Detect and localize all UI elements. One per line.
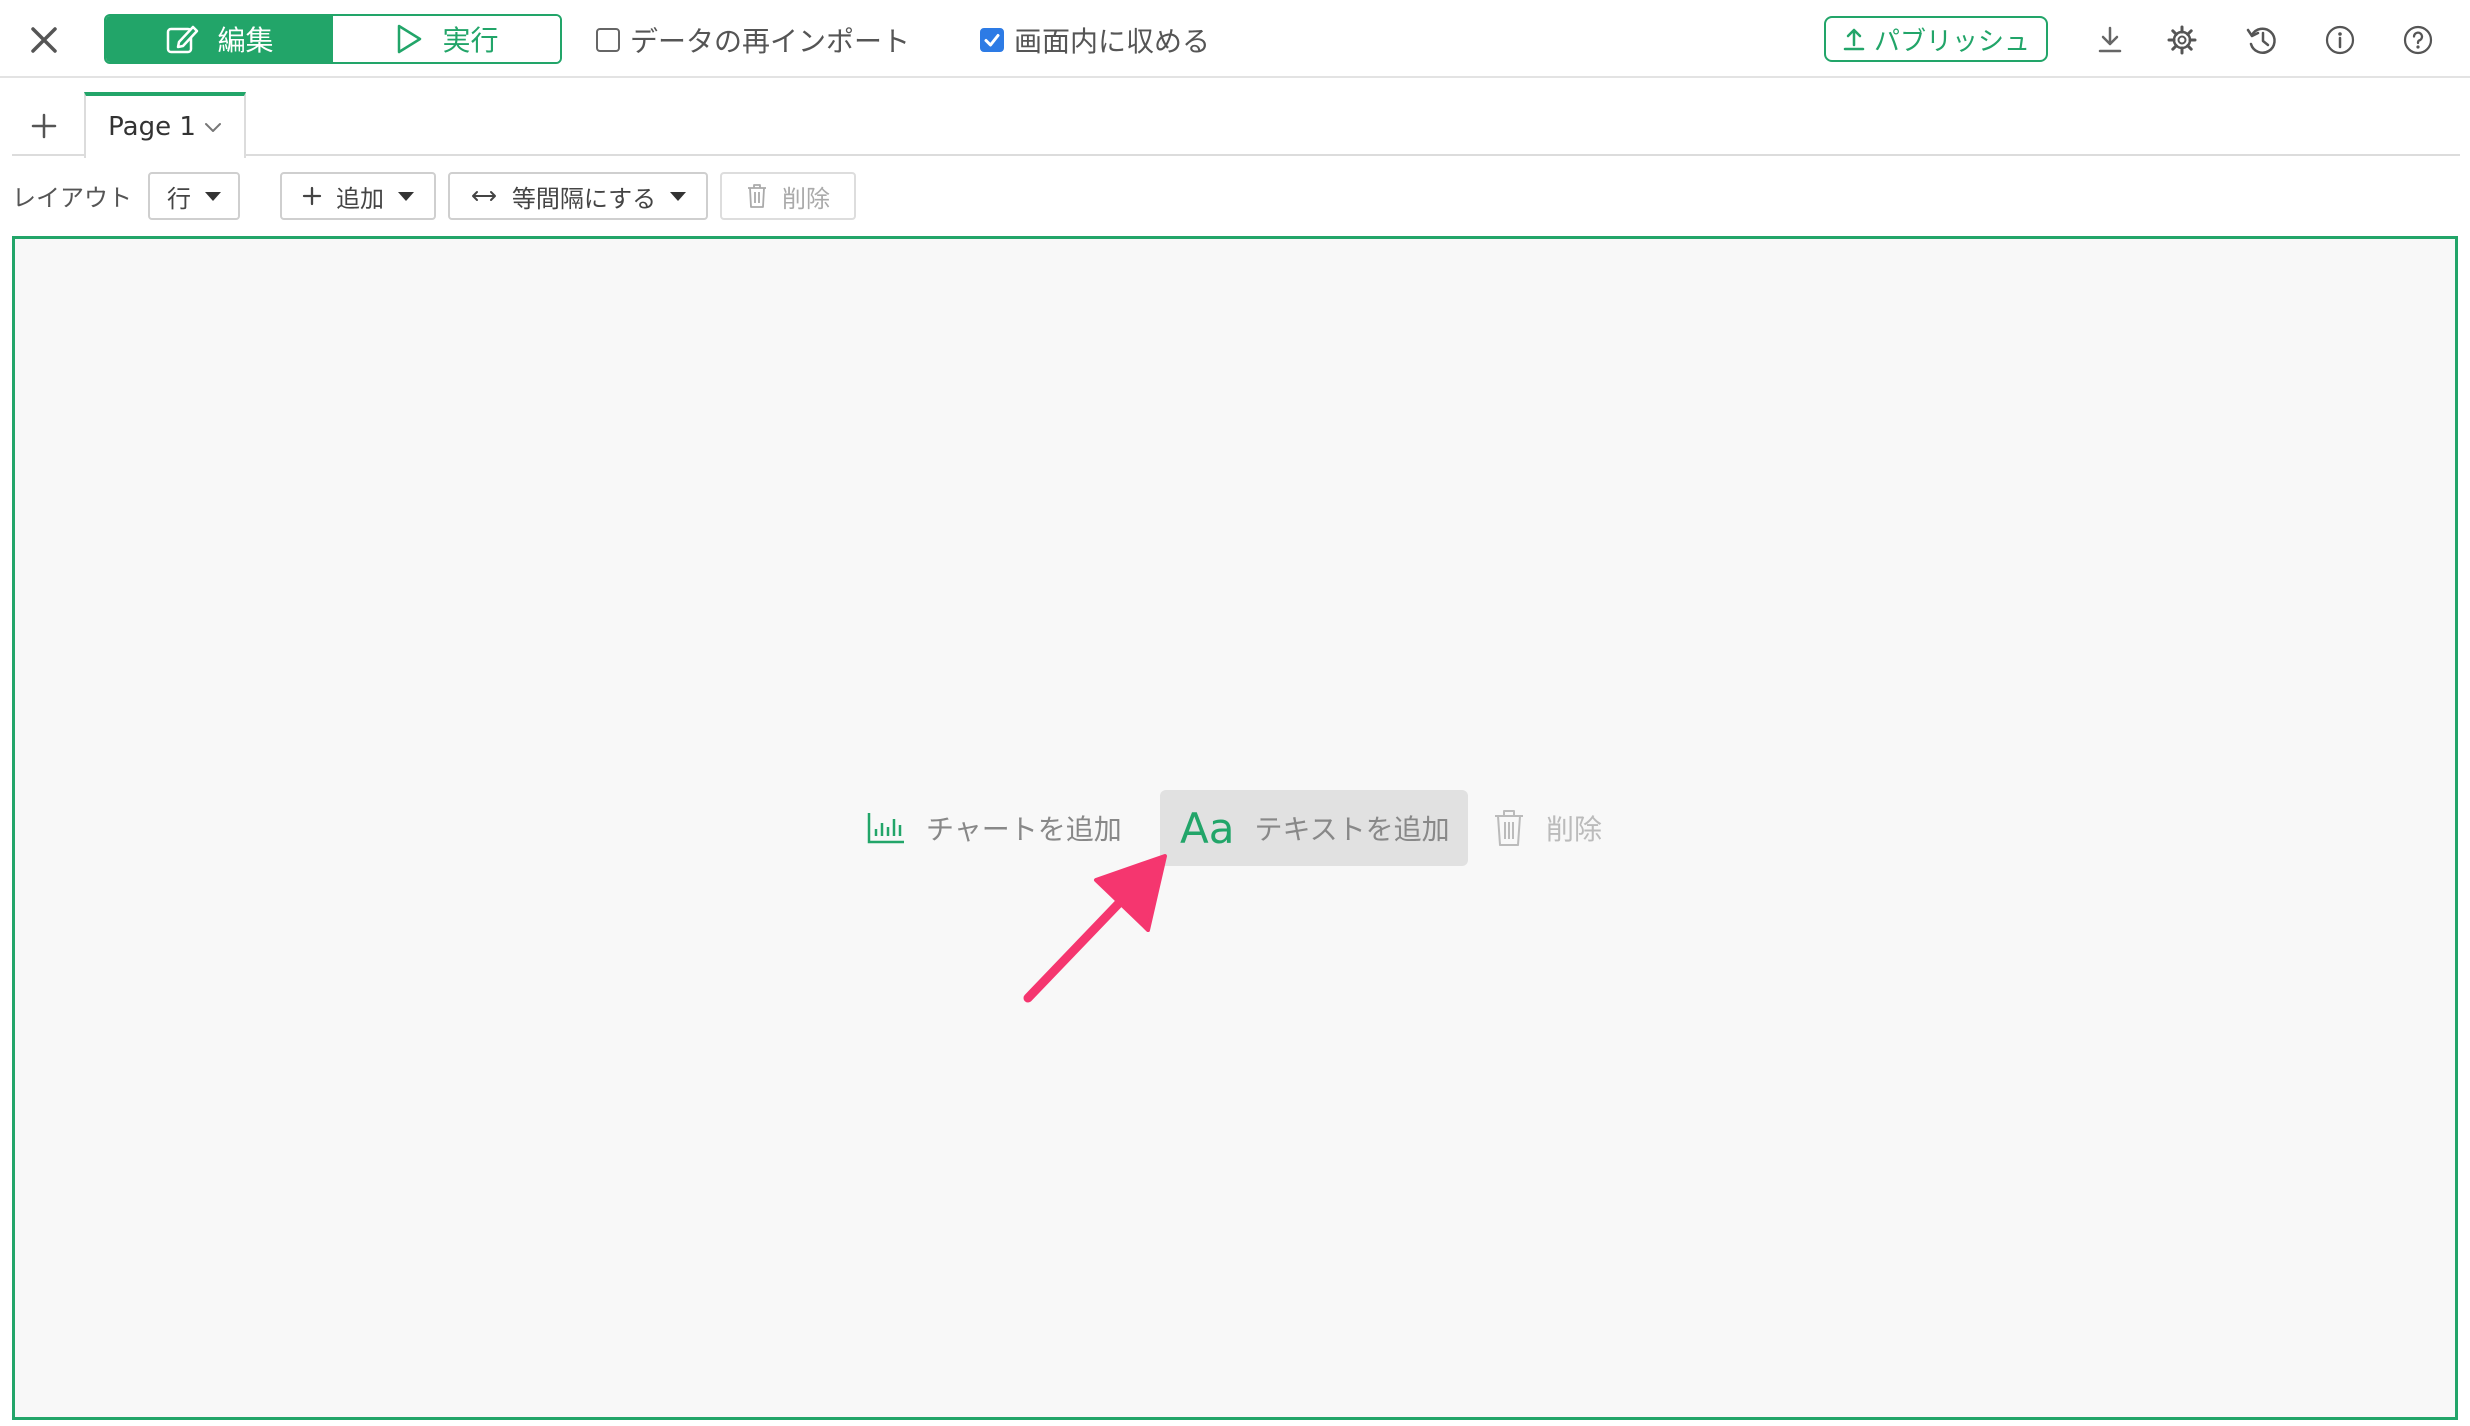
layout-select[interactable]: 行 <box>148 172 240 220</box>
page-tab-bar <box>12 92 2460 156</box>
add-text-button[interactable]: Aa テキストを追加 <box>1160 790 1468 866</box>
equal-spacing-label: 等間隔にする <box>511 184 657 213</box>
info-icon <box>2325 25 2355 55</box>
layout-delete-label: 削除 <box>782 184 830 213</box>
add-dropdown-label: 追加 <box>336 184 384 213</box>
history-icon <box>2246 27 2276 54</box>
canvas-delete-button[interactable]: 削除 <box>1492 790 1602 866</box>
fit-checkbox-box[interactable] <box>980 28 1004 52</box>
mode-toggle: 編集 実行 <box>104 14 562 64</box>
layout-select-value: 行 <box>167 184 191 213</box>
equal-spacing-button[interactable]: 等間隔にする <box>448 172 708 220</box>
edit-mode-button[interactable]: 編集 <box>106 16 333 62</box>
caret-down-icon <box>205 191 221 201</box>
annotation-arrow <box>1023 854 1167 1003</box>
canvas-delete-label: 削除 <box>1546 813 1603 846</box>
download-button[interactable] <box>2090 20 2130 60</box>
play-icon <box>398 24 422 54</box>
help-icon <box>2403 25 2433 55</box>
fit-to-screen-checkbox[interactable]: 画面内に収める <box>980 22 1210 58</box>
caret-down-icon <box>398 191 414 201</box>
add-dropdown-button[interactable]: 追加 <box>280 172 436 220</box>
publish-label: パブリッシュ <box>1873 26 2030 57</box>
chevron-down-icon[interactable] <box>204 121 222 133</box>
reimport-label: データの再インポート <box>630 25 911 58</box>
horizontal-arrows-icon <box>471 191 496 201</box>
help-button[interactable] <box>2398 20 2438 60</box>
add-page-button[interactable] <box>18 100 70 152</box>
info-button[interactable] <box>2320 20 2360 60</box>
run-mode-label: 実行 <box>442 24 499 57</box>
trash-icon <box>748 184 766 208</box>
checkmark-icon <box>984 34 1000 47</box>
add-text-label: テキストを追加 <box>1254 813 1450 846</box>
close-button[interactable] <box>22 18 66 62</box>
edit-icon <box>167 25 199 54</box>
run-mode-button[interactable]: 実行 <box>333 16 560 62</box>
reimport-checkbox[interactable]: データの再インポート <box>596 22 910 58</box>
plus-icon <box>302 186 322 206</box>
add-chart-label: チャートを追加 <box>926 813 1122 846</box>
bar-chart-icon <box>867 813 904 844</box>
reimport-checkbox-box[interactable] <box>596 28 620 52</box>
tab-page-1[interactable]: Page 1 <box>84 92 246 158</box>
history-button[interactable] <box>2242 20 2282 60</box>
plus-icon <box>31 113 57 139</box>
trash-icon <box>1495 810 1523 846</box>
layout-label: レイアウト <box>12 184 132 212</box>
settings-button[interactable] <box>2162 20 2202 60</box>
text-aa-icon: Aa <box>1180 803 1235 853</box>
close-icon <box>31 27 57 53</box>
tab-page-1-label: Page 1 <box>108 112 196 142</box>
upload-icon <box>1843 28 1865 51</box>
download-icon <box>2098 26 2122 53</box>
edit-mode-label: 編集 <box>217 24 274 57</box>
layout-delete-button[interactable]: 削除 <box>720 172 856 220</box>
publish-button[interactable]: パブリッシュ <box>1824 16 2048 62</box>
gear-icon <box>2167 25 2197 55</box>
fit-label: 画面内に収める <box>1014 25 1211 58</box>
caret-down-icon <box>670 191 687 201</box>
